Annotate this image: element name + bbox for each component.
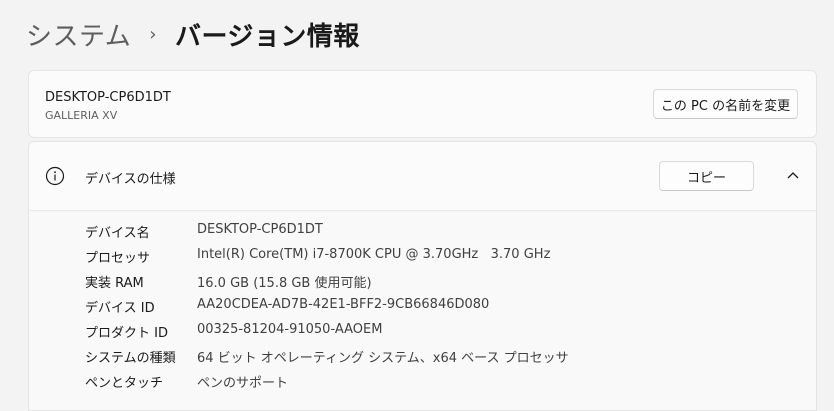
device-spec-header[interactable]: デバイスの仕様 コピー [29, 142, 816, 211]
spec-value: Intel(R) Core(TM) i7-8700K CPU @ 3.70GHz… [197, 247, 551, 262]
copy-button[interactable]: コピー [659, 161, 754, 191]
spec-label: プロセッサ [85, 251, 151, 266]
spec-row-system-type: システムの種類 64 ビット オペレーティング システム、x64 ベース プロセ… [85, 347, 569, 367]
spec-row-ram: 実装 RAM 16.0 GB (15.8 GB 使用可能) [85, 272, 372, 292]
device-spec-details: デバイス名 DESKTOP-CP6D1DT プロセッサ Intel(R) Cor… [29, 211, 816, 410]
device-model: GALLERIA XV [45, 109, 118, 122]
spec-row-pen-touch: ペンとタッチ ペンのサポート [85, 372, 288, 392]
spec-label: システムの種類 [85, 351, 176, 366]
spec-label: ペンとタッチ [85, 376, 164, 391]
breadcrumb-system-link[interactable]: システム [26, 16, 131, 53]
spec-label: プロダクト ID [85, 326, 168, 341]
spec-row-processor: プロセッサ Intel(R) Core(TM) i7-8700K CPU @ 3… [85, 247, 550, 267]
spec-row-device-name: デバイス名 DESKTOP-CP6D1DT [85, 222, 323, 242]
spec-value: 16.0 GB (15.8 GB 使用可能) [197, 276, 372, 291]
chevron-up-icon[interactable] [786, 168, 800, 182]
rename-pc-button[interactable]: この PC の名前を変更 [653, 89, 798, 119]
spec-label: デバイス名 [85, 226, 150, 241]
spec-row-product-id: プロダクト ID 00325-81204-91050-AAOEM [85, 322, 382, 342]
device-spec-card: デバイスの仕様 コピー デバイス名 DESKTOP-CP6D1DT プロセッサ … [28, 141, 817, 411]
info-icon [45, 166, 65, 186]
device-name-card: DESKTOP-CP6D1DT GALLERIA XV この PC の名前を変更 [28, 70, 817, 138]
breadcrumb-separator-icon: › [149, 23, 157, 45]
spec-value: AA20CDEA-AD7B-42E1-BFF2-9CB66846D080 [197, 297, 490, 312]
spec-value: DESKTOP-CP6D1DT [197, 222, 323, 237]
spec-value: ペンのサポート [197, 376, 289, 391]
page-title: バージョン情報 [174, 21, 360, 52]
spec-row-device-id: デバイス ID AA20CDEA-AD7B-42E1-BFF2-9CB66846… [85, 297, 489, 317]
spec-value: 64 ビット オペレーティング システム、x64 ベース プロセッサ [197, 351, 569, 366]
spec-value: 00325-81204-91050-AAOEM [197, 322, 383, 337]
spec-label: 実装 RAM [85, 276, 144, 291]
device-spec-title: デバイスの仕様 [85, 172, 176, 187]
breadcrumb: システム › バージョン情報 [26, 14, 360, 54]
device-name: DESKTOP-CP6D1DT [45, 90, 171, 105]
spec-label: デバイス ID [85, 301, 155, 316]
